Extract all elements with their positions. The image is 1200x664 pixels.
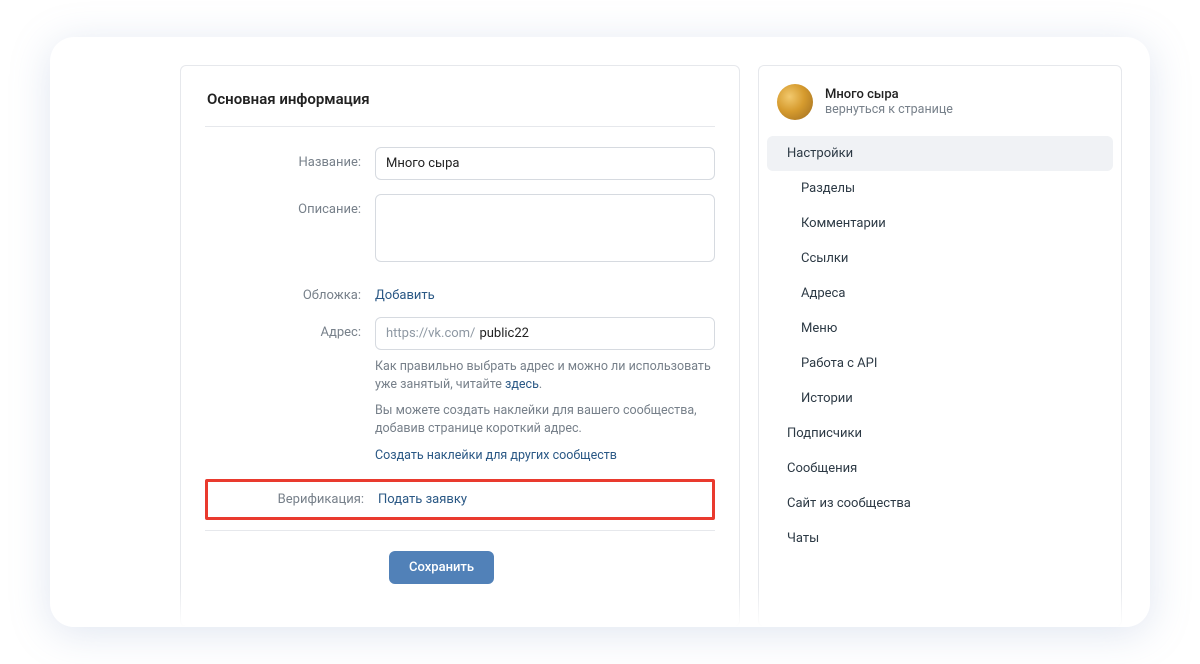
sidebar-item-4[interactable]: Адреса (767, 276, 1113, 311)
sidebar-item-3[interactable]: Ссылки (767, 241, 1113, 276)
cover-add-link[interactable]: Добавить (375, 288, 435, 303)
address-hint-2: Вы можете создать наклейки для вашего со… (375, 402, 715, 438)
description-input[interactable] (375, 194, 715, 262)
address-label: Адрес: (205, 317, 375, 340)
sidebar-card: Много сыра вернуться к странице Настройк… (758, 65, 1122, 627)
sidebar-item-10[interactable]: Сайт из сообщества (767, 486, 1113, 521)
verification-label: Верификация: (216, 492, 378, 507)
avatar (777, 84, 813, 120)
sidebar-item-7[interactable]: Истории (767, 381, 1113, 416)
cover-label: Обложка: (205, 280, 375, 303)
sidebar-item-5[interactable]: Меню (767, 311, 1113, 346)
save-button[interactable]: Сохранить (389, 551, 494, 584)
sidebar-item-1[interactable]: Разделы (767, 171, 1113, 206)
sidebar-item-8[interactable]: Подписчики (767, 416, 1113, 451)
address-input[interactable] (477, 318, 714, 349)
sidebar-item-9[interactable]: Сообщения (767, 451, 1113, 486)
address-prefix: https://vk.com/ (376, 318, 477, 349)
description-label: Описание: (205, 194, 375, 217)
sidebar-item-6[interactable]: Работа с API (767, 346, 1113, 381)
community-name: Много сыра (825, 87, 953, 102)
divider (205, 126, 715, 127)
address-hint-link[interactable]: здесь (505, 377, 539, 392)
sidebar-item-2[interactable]: Комментарии (767, 206, 1113, 241)
address-hint-1: Как правильно выбрать адрес и можно ли и… (375, 358, 715, 394)
verification-apply-link[interactable]: Подать заявку (378, 492, 467, 507)
sidebar-item-11[interactable]: Чаты (767, 521, 1113, 556)
name-label: Название: (205, 147, 375, 170)
sidebar-item-0[interactable]: Настройки (767, 136, 1113, 171)
verification-highlight: Верификация: Подать заявку (205, 479, 715, 520)
divider (205, 530, 715, 531)
address-field: https://vk.com/ (375, 317, 715, 350)
name-input[interactable] (375, 147, 715, 180)
main-settings-card: Основная информация Название: Описание: … (180, 65, 740, 627)
back-to-page-link[interactable]: вернуться к странице (825, 102, 953, 117)
sidebar-menu: НастройкиРазделыКомментарииСсылкиАдресаМ… (759, 136, 1121, 556)
stickers-link[interactable]: Создать наклейки для других сообществ (375, 448, 617, 463)
section-title: Основная информация (205, 90, 715, 126)
